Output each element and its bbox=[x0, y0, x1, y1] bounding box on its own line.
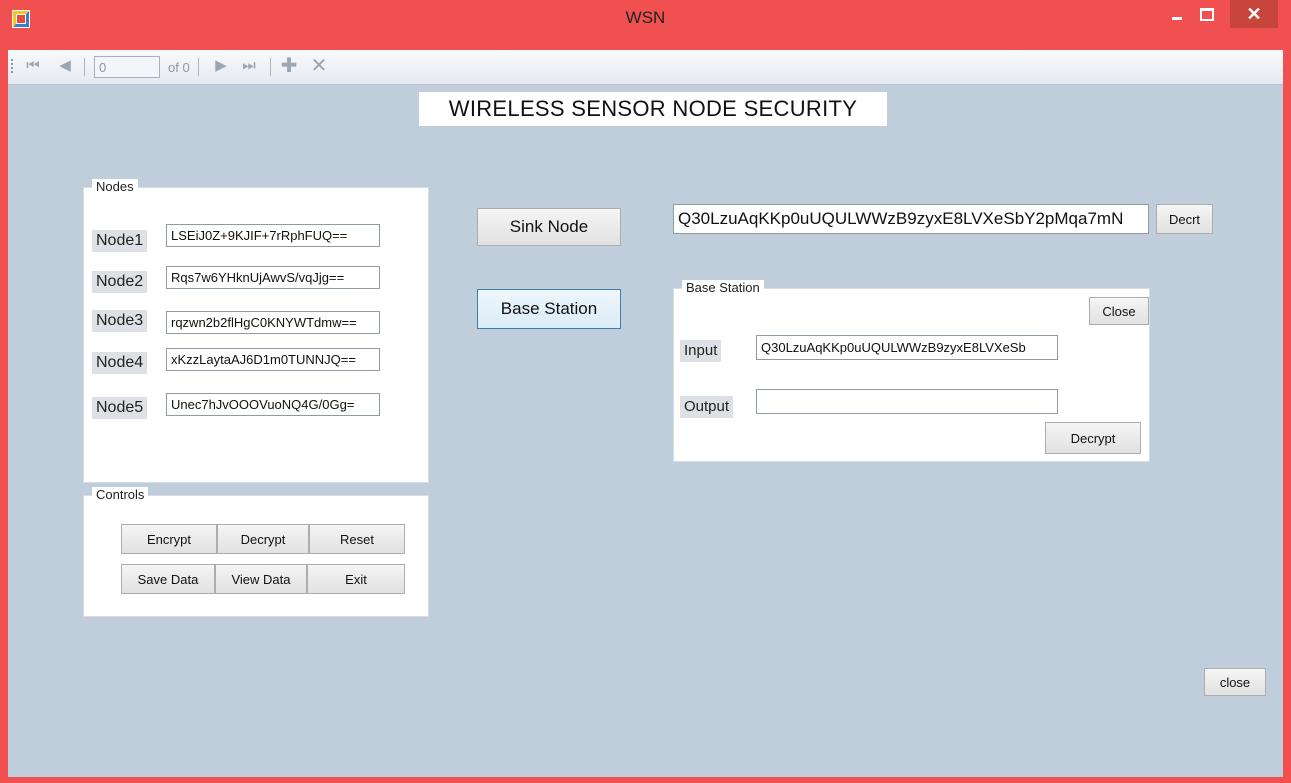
toolbar-separator bbox=[198, 58, 199, 76]
maximize-icon bbox=[1200, 7, 1214, 21]
node5-label: Node5 bbox=[92, 397, 148, 419]
base-output-field[interactable] bbox=[756, 389, 1058, 414]
position-input[interactable] bbox=[94, 56, 160, 78]
maximize-button[interactable] bbox=[1192, 0, 1222, 28]
base-station-group-legend: Base Station bbox=[682, 280, 764, 295]
node4-input[interactable] bbox=[166, 348, 380, 371]
form-client-area: ⏮ ◀ of 0 ▶ ⏭ ✚ ✕ WIRELESS SENSOR NODE SE… bbox=[8, 50, 1283, 777]
nodes-group-legend: Nodes bbox=[92, 179, 138, 194]
base-input-field[interactable] bbox=[756, 335, 1058, 360]
base-station-button[interactable]: Base Station bbox=[477, 289, 621, 329]
count-label: of 0 bbox=[168, 60, 190, 75]
node2-label: Node2 bbox=[92, 271, 148, 293]
save-data-button[interactable]: Save Data bbox=[121, 564, 215, 594]
base-decrypt-button[interactable]: Decrypt bbox=[1045, 422, 1141, 454]
move-next-icon[interactable]: ▶ bbox=[212, 56, 230, 76]
page-title: WIRELESS SENSOR NODE SECURITY bbox=[419, 92, 887, 126]
controls-group-legend: Controls bbox=[92, 487, 149, 502]
window-title: WSN bbox=[625, 8, 666, 27]
add-new-icon[interactable]: ✚ bbox=[280, 56, 298, 76]
exit-button[interactable]: Exit bbox=[307, 564, 405, 594]
base-station-group: Base Station Close Input Output Decrypt bbox=[673, 280, 1150, 462]
minimize-button[interactable] bbox=[1162, 0, 1192, 28]
binding-navigator: ⏮ ◀ of 0 ▶ ⏭ ✚ ✕ bbox=[8, 50, 1283, 85]
encrypt-button[interactable]: Encrypt bbox=[121, 524, 217, 554]
toolbar-grip-icon[interactable] bbox=[11, 59, 13, 75]
move-last-icon[interactable]: ⏭ bbox=[240, 56, 258, 76]
close-icon: ✕ bbox=[1246, 3, 1262, 24]
node3-input[interactable] bbox=[166, 311, 380, 334]
input-label: Input bbox=[680, 340, 722, 362]
sink-output-input[interactable] bbox=[673, 204, 1149, 234]
node1-input[interactable] bbox=[166, 224, 380, 247]
form-close-button[interactable]: close bbox=[1204, 668, 1266, 696]
minimize-icon bbox=[1172, 16, 1182, 20]
decrypt-button[interactable]: Decrypt bbox=[217, 524, 309, 554]
move-first-icon[interactable]: ⏮ bbox=[24, 56, 42, 76]
title-bar[interactable]: WSN ✕ bbox=[0, 0, 1291, 44]
node1-label: Node1 bbox=[92, 230, 148, 252]
output-label: Output bbox=[680, 396, 734, 418]
move-previous-icon[interactable]: ◀ bbox=[56, 56, 74, 76]
view-data-button[interactable]: View Data bbox=[215, 564, 307, 594]
node4-label: Node4 bbox=[92, 352, 148, 374]
controls-group: Controls Encrypt Decrypt Reset Save Data… bbox=[83, 487, 429, 617]
node5-input[interactable] bbox=[166, 393, 380, 416]
nodes-group: Nodes Node1 Node2 Node3 Node4 Node5 bbox=[83, 179, 429, 483]
toolbar-separator bbox=[270, 58, 271, 76]
toolbar-separator bbox=[84, 58, 85, 76]
sink-decrypt-button[interactable]: Decrt bbox=[1156, 204, 1213, 234]
window-close-button[interactable]: ✕ bbox=[1230, 0, 1278, 28]
node2-input[interactable] bbox=[166, 266, 380, 289]
sink-node-button[interactable]: Sink Node bbox=[477, 208, 621, 246]
reset-button[interactable]: Reset bbox=[309, 524, 405, 554]
delete-icon[interactable]: ✕ bbox=[310, 56, 328, 76]
node3-label: Node3 bbox=[92, 310, 148, 332]
base-station-close-button[interactable]: Close bbox=[1089, 297, 1149, 325]
app-window: WSN ✕ ⏮ ◀ of 0 ▶ ⏭ ✚ ✕ WIRELESS SENSOR N… bbox=[0, 0, 1291, 783]
